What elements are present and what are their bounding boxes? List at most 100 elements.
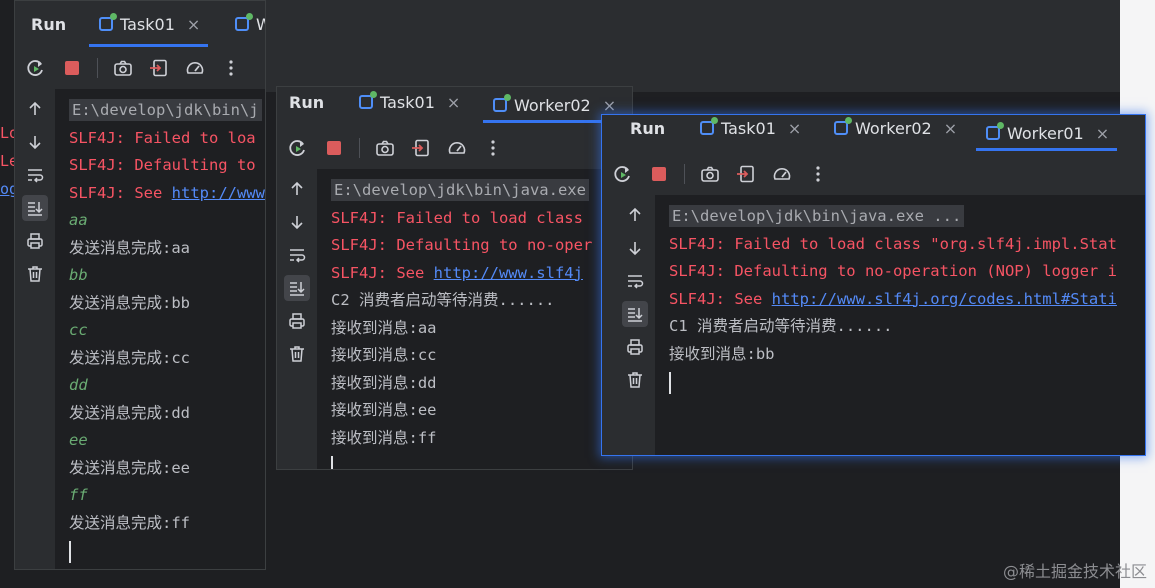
camera-icon[interactable] xyxy=(112,57,134,79)
output-line: 发送消息完成:ff xyxy=(69,513,190,532)
tab-worker02[interactable]: Worker02 × xyxy=(482,87,625,123)
run-config-icon xyxy=(235,13,253,31)
more-icon[interactable] xyxy=(807,163,829,185)
soft-wrap-icon[interactable] xyxy=(22,162,48,188)
print-icon[interactable] xyxy=(22,228,48,254)
toolbar-separator xyxy=(684,164,685,184)
trash-icon[interactable] xyxy=(622,367,648,393)
print-icon[interactable] xyxy=(284,308,310,334)
tab-label: Worker01 xyxy=(1007,123,1084,143)
run-title: Run xyxy=(289,92,325,112)
exit-icon[interactable] xyxy=(735,163,757,185)
output-line: 接收到消息:cc xyxy=(331,346,437,364)
close-icon[interactable]: × xyxy=(447,93,460,112)
speed-icon[interactable] xyxy=(446,137,468,159)
trash-icon[interactable] xyxy=(22,261,48,287)
error-line: SLF4J: See http://www.slf4j xyxy=(331,263,583,282)
camera-icon[interactable] xyxy=(699,163,721,185)
tab-task01[interactable]: Task01 × xyxy=(700,115,801,141)
rerun-icon[interactable] xyxy=(25,57,47,79)
close-icon[interactable]: × xyxy=(1096,124,1109,143)
run-config-icon xyxy=(834,117,852,135)
console-output[interactable]: E:\develop\jdk\bin\java.exe ... SLF4J: F… xyxy=(656,195,1145,455)
arrow-up-icon[interactable] xyxy=(622,202,648,228)
tab-bar: Run Task01 × Worker02 × Worker01 × xyxy=(602,115,1145,153)
close-icon[interactable]: × xyxy=(603,96,616,115)
input-echo: aa xyxy=(69,211,88,229)
close-icon[interactable]: × xyxy=(788,119,801,138)
arrow-down-icon[interactable] xyxy=(622,235,648,261)
command-line: E:\develop\jdk\bin\j xyxy=(69,97,265,125)
error-line: SLF4J: See http://www.slf4j.org/codes.ht… xyxy=(669,289,1117,308)
scroll-to-end-icon[interactable] xyxy=(622,301,648,327)
tab-task01[interactable]: Task01 × xyxy=(88,1,209,47)
tab-label: W xyxy=(256,15,265,34)
console-output[interactable]: E:\develop\jdk\bin\j SLF4J: Failed to lo… xyxy=(56,89,265,569)
print-icon[interactable] xyxy=(622,334,648,360)
input-echo: bb xyxy=(69,266,88,284)
tab-worker-partial[interactable]: W xyxy=(235,1,265,47)
slf4j-link[interactable]: http://www xyxy=(172,184,265,202)
close-icon[interactable]: × xyxy=(187,15,200,34)
output-line: 接收到消息:aa xyxy=(331,318,437,337)
error-line: SLF4J: Failed to load class xyxy=(331,208,583,227)
output-line: 接收到消息:ee xyxy=(331,401,437,419)
output-line: 发送消息完成:dd xyxy=(69,403,190,422)
soft-wrap-icon[interactable] xyxy=(284,242,310,268)
run-config-icon xyxy=(359,91,377,109)
output-line: 接收到消息:dd xyxy=(331,373,437,392)
more-icon[interactable] xyxy=(482,137,504,159)
toolbar-separator xyxy=(97,58,98,78)
run-panel-worker01: Run Task01 × Worker02 × Worker01 × E:\de… xyxy=(601,114,1146,456)
run-title: Run xyxy=(630,118,666,138)
output-line: 接收到消息:ff xyxy=(331,428,437,447)
stop-icon[interactable] xyxy=(648,163,670,185)
input-echo: dd xyxy=(69,376,88,394)
scroll-to-end-icon[interactable] xyxy=(22,195,48,221)
scroll-to-end-icon[interactable] xyxy=(284,275,310,301)
output-line: C2 消费者启动等待消费...... xyxy=(331,291,555,309)
run-config-icon xyxy=(493,94,511,112)
run-panel-worker02: Run Task01 × Worker02 × E:\develop\jdk\b… xyxy=(276,86,633,470)
rerun-icon[interactable] xyxy=(612,163,634,185)
slf4j-link[interactable]: http://www.slf4j xyxy=(434,264,583,282)
rerun-icon[interactable] xyxy=(287,137,309,159)
console-output[interactable]: E:\develop\jdk\bin\java.exe SLF4J: Faile… xyxy=(318,169,632,469)
tab-task01[interactable]: Task01 × xyxy=(359,87,460,117)
camera-icon[interactable] xyxy=(374,137,396,159)
toolbar xyxy=(602,153,1145,195)
stop-icon[interactable] xyxy=(61,57,83,79)
arrow-up-icon[interactable] xyxy=(284,176,310,202)
stop-icon[interactable] xyxy=(323,137,345,159)
more-icon[interactable] xyxy=(220,57,242,79)
soft-wrap-icon[interactable] xyxy=(622,268,648,294)
speed-icon[interactable] xyxy=(771,163,793,185)
tab-worker02[interactable]: Worker02 × xyxy=(834,115,957,141)
text-caret xyxy=(69,541,71,563)
close-icon[interactable]: × xyxy=(944,119,957,138)
run-config-icon xyxy=(986,122,1004,140)
arrow-down-icon[interactable] xyxy=(22,129,48,155)
error-line: SLF4J: Defaulting to no-operation (NOP) … xyxy=(669,262,1117,280)
error-line: SLF4J: Defaulting to xyxy=(69,156,256,174)
slf4j-link[interactable]: http://www.slf4j.org/codes.html#Stati xyxy=(772,290,1117,308)
exit-icon[interactable] xyxy=(410,137,432,159)
arrow-down-icon[interactable] xyxy=(284,209,310,235)
run-title: Run xyxy=(31,14,67,34)
toolbar xyxy=(15,47,265,89)
output-line: 发送消息完成:cc xyxy=(69,348,190,367)
output-line: 发送消息完成:bb xyxy=(69,293,190,312)
run-config-icon xyxy=(99,13,117,31)
background-console-fragment: Lo Le og xyxy=(0,0,18,588)
speed-icon[interactable] xyxy=(184,57,206,79)
input-echo: ee xyxy=(69,431,88,449)
arrow-up-icon[interactable] xyxy=(22,96,48,122)
exit-icon[interactable] xyxy=(148,57,170,79)
console-side-toolbar xyxy=(277,169,318,469)
tab-label: Task01 xyxy=(120,14,175,34)
tab-label: Worker02 xyxy=(514,95,591,115)
tab-worker01[interactable]: Worker01 × xyxy=(975,115,1118,151)
command-line: E:\develop\jdk\bin\java.exe ... xyxy=(669,203,1145,231)
trash-icon[interactable] xyxy=(284,341,310,367)
tab-label: Task01 xyxy=(721,118,776,138)
